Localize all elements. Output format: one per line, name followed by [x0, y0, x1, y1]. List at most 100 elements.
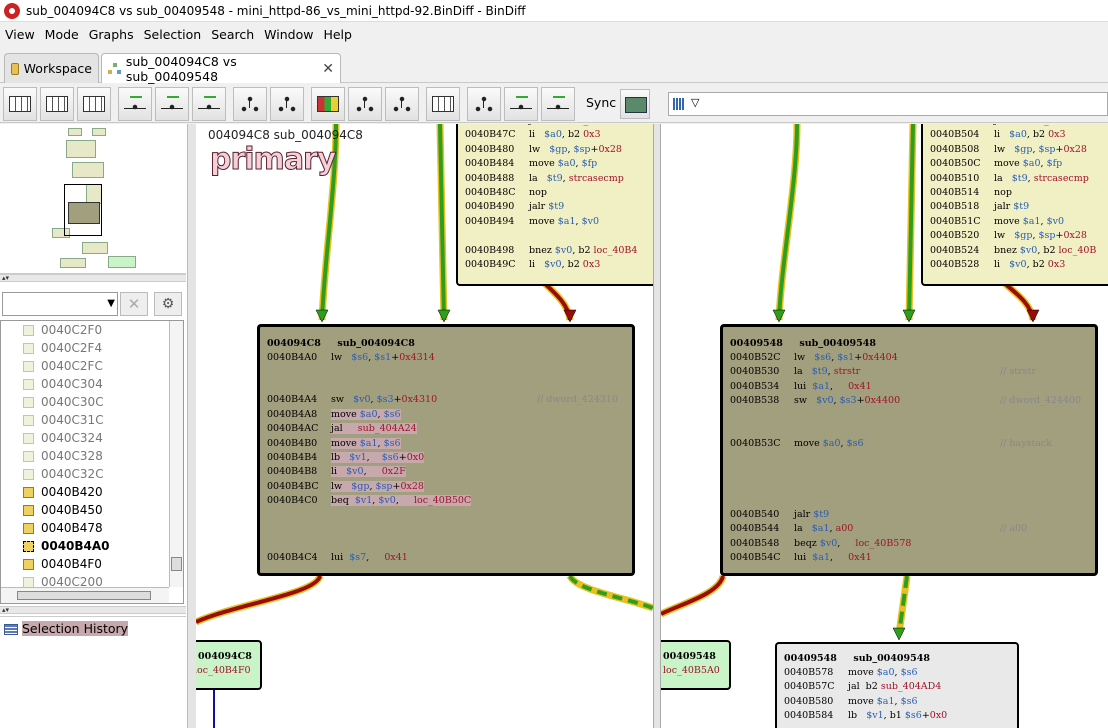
toolbar-view-button-1[interactable]	[3, 87, 37, 121]
instruction-line[interactable]: 0040B480 lw $gp, $sp+0x28	[465, 143, 622, 157]
instruction-line[interactable]: 0040B540 jalr $t9	[730, 508, 829, 522]
scrollbar-thumb[interactable]	[171, 557, 182, 571]
instruction-line[interactable]: 0040B49C li $v0, b2 0x3	[465, 258, 600, 272]
instruction-line[interactable]: 0040B538 sw $v0, $s3+0x4400 // dword_42440…	[730, 394, 1081, 408]
menu-search[interactable]: Search	[206, 27, 259, 42]
instruction-line[interactable]: 0040B4B0 move $a1, $s6	[267, 437, 401, 451]
panel-splitter[interactable]: ▴▾	[0, 274, 186, 282]
instruction-line[interactable]: 0040B578 move $a0, $s6	[784, 666, 918, 680]
basic-block-node-selected[interactable]: 004094C8 sub_004094C8 0040B4A0 lw $s6, $s…	[257, 324, 635, 576]
instruction-line[interactable]: 0040B4AC jal sub_404A24	[267, 422, 417, 436]
instruction-line[interactable]: 0040B494 move $a1, $v0	[465, 215, 599, 229]
basic-block-node[interactable]: 0040B500jal b2 sub_4040340040B504li $a0,…	[921, 124, 1108, 286]
function-list-item[interactable]: 0040B478	[23, 519, 103, 537]
instruction-line[interactable]: 0040B4B8 li $v0, 0x2F	[267, 465, 406, 479]
instruction-line[interactable]: 0040B4C0 beq $v1, $v0, loc_40B50C	[267, 494, 472, 508]
function-filter-input[interactable]: ▼	[2, 292, 118, 316]
instruction-line[interactable]: 0040B530 la $t9, strstr // strstr	[730, 365, 1036, 379]
function-list-vscrollbar[interactable]	[169, 321, 183, 587]
secondary-graph-view[interactable]: 0040B500jal b2 sub_4040340040B504li $a0,…	[661, 124, 1108, 728]
panel-splitter[interactable]: ▴▾	[0, 606, 186, 614]
instruction-line[interactable]: 0040B498 bnez $v0, b2 loc_40B4	[465, 244, 637, 258]
primary-graph-view[interactable]: 0040B478jalr b2 sub_4040340040B47Cli $a0…	[196, 124, 653, 728]
toolbar-zoom-button-1[interactable]	[233, 87, 267, 121]
function-list-item[interactable]: 0040B450	[23, 501, 103, 519]
overview-viewport[interactable]	[64, 184, 102, 236]
graph-search-input[interactable]: ▽	[668, 92, 1108, 116]
selection-history-panel[interactable]: Selection History	[0, 616, 186, 728]
function-list-item[interactable]: 0040B4A0	[23, 537, 110, 555]
instruction-line[interactable]	[465, 229, 529, 243]
close-icon[interactable]: ✕	[322, 61, 334, 77]
basic-block-node[interactable]: 00409548 loc_40B5A0	[661, 640, 731, 690]
menu-selection[interactable]: Selection	[139, 27, 207, 42]
menu-mode[interactable]: Mode	[40, 27, 84, 42]
instruction-line[interactable]: 0040B528 li $v0, b2 0x3	[930, 258, 1065, 272]
sidebar-splitter[interactable]	[188, 124, 196, 728]
menu-window[interactable]: Window	[259, 27, 318, 42]
chevron-down-icon[interactable]: ▽	[691, 96, 699, 109]
instruction-line[interactable]: 0040B518 jalr $t9	[930, 200, 1029, 214]
function-list-item[interactable]: 0040B4F0	[23, 555, 102, 573]
instruction-line[interactable]: 0040B47C li $a0, b2 0x3	[465, 128, 601, 142]
instruction-line[interactable]: 0040B488 la $t9, strcasecmp	[465, 172, 624, 186]
basic-block-node-selected[interactable]: 00409548 sub_00409548 0040B52C lw $s6, $s…	[720, 324, 1098, 576]
clear-filter-button[interactable]: ✕	[120, 292, 148, 316]
instruction-line[interactable]: 0040B4BC lw $gp, $sp+0x28	[267, 480, 424, 494]
instruction-line[interactable]: 0040B490 jalr $t9	[465, 200, 564, 214]
instruction-line[interactable]: 0040B50C move $a0, $fp	[930, 157, 1062, 171]
toolbar-select-node-button[interactable]	[192, 87, 226, 121]
instruction-line[interactable]: 0040B57C jal b2 sub_404AD4	[784, 680, 941, 694]
instruction-line[interactable]: 0040B478jalr b2 sub_404034	[465, 124, 624, 128]
instruction-line[interactable]: 0040B534 lui $a1, 0x41	[730, 380, 872, 394]
basic-block-node[interactable]: 004094C8 loc_40B4F0	[196, 640, 262, 690]
tab-workspace[interactable]: Workspace	[4, 53, 99, 83]
toolbar-select-ancestors-button[interactable]	[118, 87, 152, 121]
instruction-line[interactable]: 0040B51C move $a1, $v0	[930, 215, 1064, 229]
instruction-line[interactable]: 0040B544 la $a1, a00 // a00	[730, 522, 1027, 536]
toolbar-proximity-button[interactable]	[467, 87, 501, 121]
scrollbar-thumb[interactable]	[17, 591, 151, 600]
toolbar-color-button[interactable]	[311, 87, 345, 121]
tab-function-diff[interactable]: sub_004094C8 vs sub_00409548 ✕	[101, 53, 341, 84]
function-list-item[interactable]: 0040C2F4	[23, 339, 102, 357]
function-list-item[interactable]: 0040C304	[23, 375, 103, 393]
instruction-line[interactable]: 0040B548 beqz $v0, loc_40B578	[730, 537, 911, 551]
instruction-line[interactable]: 0040B48C nop	[465, 186, 547, 200]
instruction-line[interactable]: 0040B54C lui $a1, 0x41	[730, 551, 872, 565]
menu-graphs[interactable]: Graphs	[84, 27, 139, 42]
basic-block-node[interactable]: 0040B478jalr b2 sub_4040340040B47Cli $a0…	[456, 124, 653, 286]
toolbar-layout-button-3[interactable]	[426, 87, 460, 121]
instruction-line[interactable]: 0040B4A0 lw $s6, $s1+0x4314	[267, 351, 435, 365]
function-list-item[interactable]: 0040C324	[23, 429, 103, 447]
toolbar-view-button-3[interactable]	[77, 87, 111, 121]
toolbar-zoom-button-2[interactable]	[270, 87, 304, 121]
instruction-line[interactable]: 0040B4B4 lb $v1, $s6+0x0	[267, 451, 425, 465]
function-list-item[interactable]: 0040B420	[23, 483, 103, 501]
instruction-line[interactable]: 0040B504 li $a0, b2 0x3	[930, 128, 1066, 142]
function-list-item[interactable]: 0040C32C	[23, 465, 104, 483]
basic-block-node[interactable]: 00409548 sub_00409548 0040B578 move $a0, …	[775, 642, 1019, 728]
chevron-down-icon[interactable]: ▼	[107, 298, 115, 309]
graph-overview[interactable]	[0, 124, 186, 274]
instruction-line[interactable]: 0040B500jal b2 sub_404034	[930, 124, 1085, 128]
instruction-line[interactable]: 0040B508 lw $gp, $sp+0x28	[930, 143, 1087, 157]
toolbar-view-button-2[interactable]	[40, 87, 74, 121]
function-list-item[interactable]: 0040C2F0	[23, 321, 102, 339]
instruction-line[interactable]: 0040B52C lw $s6, $s1+0x4404	[730, 351, 898, 365]
toolbar-layout-button-2[interactable]	[385, 87, 419, 121]
instruction-line[interactable]: 0040B510 la $t9, strcasecmp	[930, 172, 1089, 186]
function-list-item[interactable]: 0040C328	[23, 447, 103, 465]
instruction-line[interactable]: 0040B514 nop	[930, 186, 1012, 200]
menu-view[interactable]: View	[0, 27, 40, 42]
instruction-line[interactable]: 0040B4A4 sw $v0, $s3+0x4310 // dword_42431…	[267, 393, 618, 407]
toolbar-settings-button[interactable]	[504, 87, 538, 121]
gear-icon[interactable]: ⚙	[154, 292, 182, 316]
toolbar-lock-button[interactable]	[541, 87, 575, 121]
instruction-line[interactable]: 0040B4C4 lui $s7, 0x41	[267, 551, 408, 565]
sync-button[interactable]	[620, 89, 650, 119]
instruction-line[interactable]: 0040B520 lw $gp, $sp+0x28	[930, 229, 1087, 243]
function-list[interactable]: 0040C2F0 0040C2F4 0040C2FC 0040C304 0040C30C…	[0, 320, 184, 604]
instruction-line[interactable]: 0040B584 lb $v1, b1 $s6+0x0	[784, 709, 947, 723]
function-list-item[interactable]: 0040C31C	[23, 411, 104, 429]
